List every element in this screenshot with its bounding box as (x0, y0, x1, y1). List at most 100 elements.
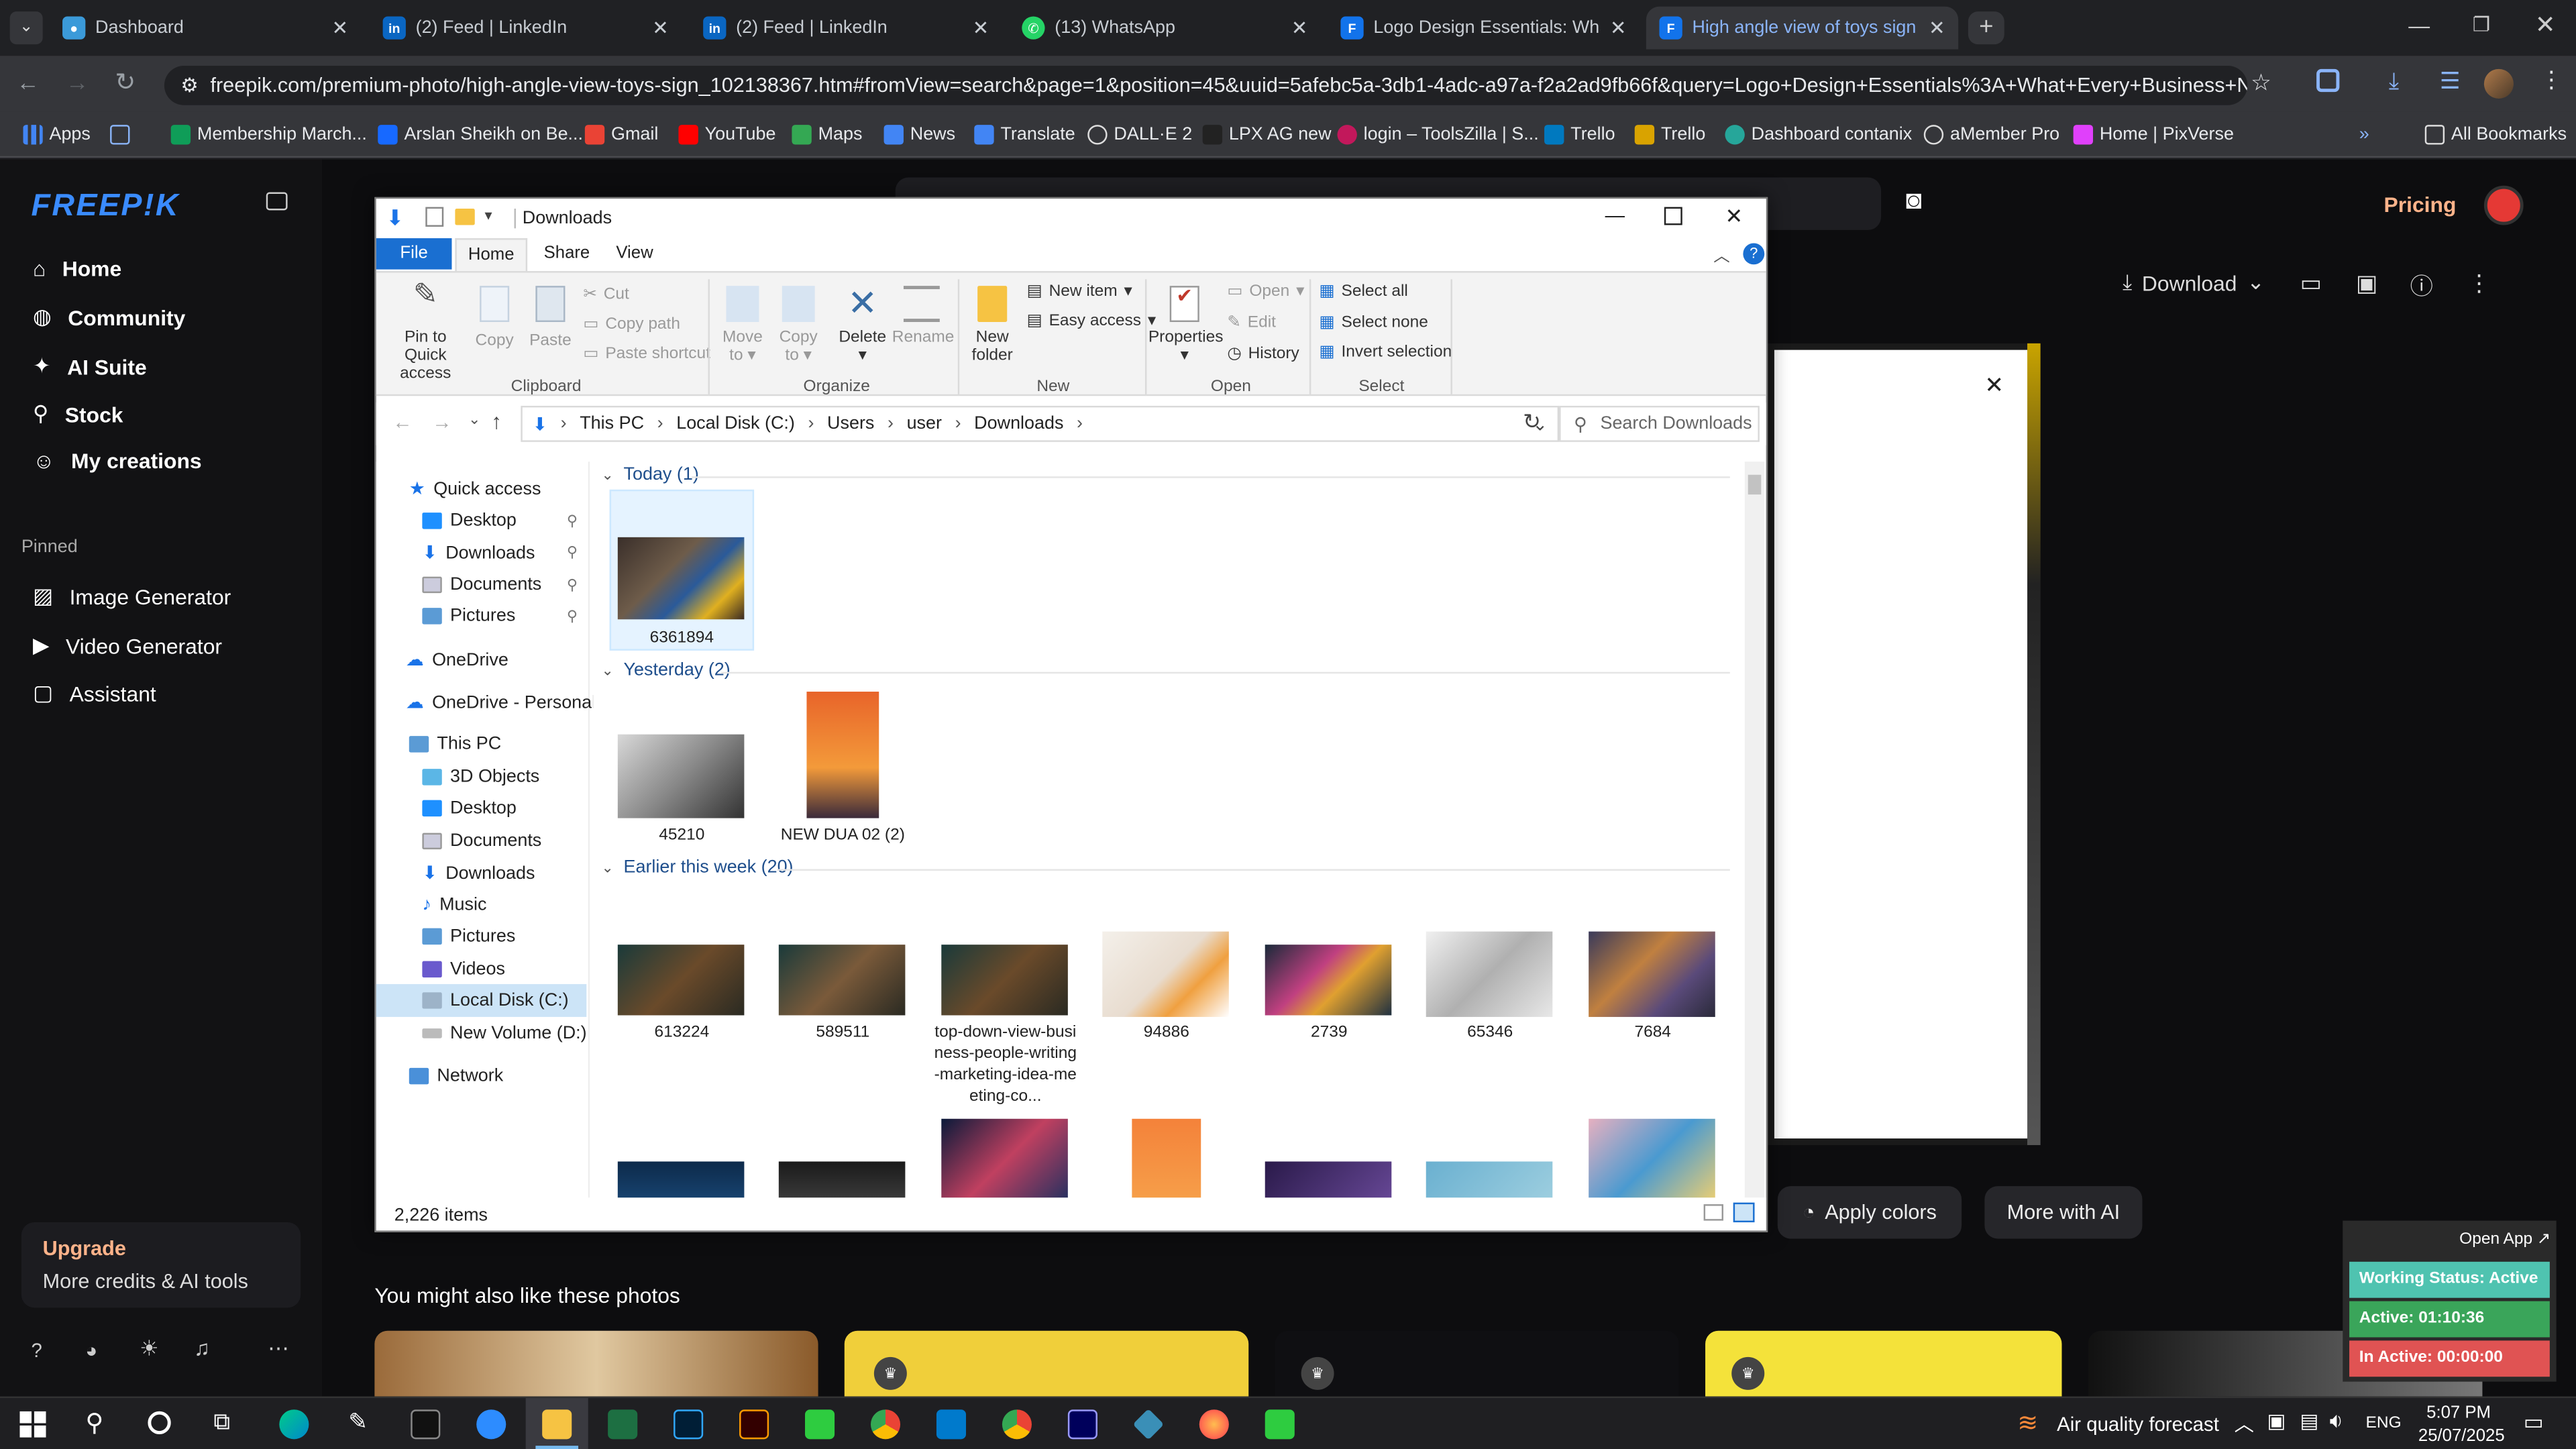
cortana-icon[interactable] (148, 1411, 171, 1434)
browser-tab-6[interactable]: F High angle view of toys sign | P ✕ (1646, 6, 1959, 50)
search-input[interactable]: ⚲ Search Downloads (1559, 405, 1760, 442)
invert-selection-button[interactable]: ▦ Invert selection (1320, 343, 1452, 362)
large-icons-view-icon[interactable] (1733, 1202, 1755, 1223)
terminal-icon[interactable] (411, 1409, 441, 1440)
related-photo-1[interactable] (374, 1330, 818, 1397)
group-header-today[interactable]: ⌄ Today (1) (601, 465, 698, 484)
file-thumbnail[interactable] (806, 692, 879, 818)
qa-dropdown-icon[interactable]: ▾ (484, 207, 492, 225)
close-window-icon[interactable]: ✕ (2535, 10, 2556, 40)
user-avatar[interactable] (2483, 185, 2524, 225)
extension-icon[interactable] (2316, 68, 2340, 93)
breadcrumb-user[interactable]: user (907, 414, 942, 433)
file-thumbnail[interactable] (778, 945, 906, 1016)
tab-home[interactable]: Home (455, 238, 528, 272)
file-thumbnail[interactable] (1589, 931, 1715, 1017)
restore-icon[interactable]: ❐ (2473, 13, 2490, 36)
edge-icon[interactable] (279, 1409, 309, 1440)
copy-path-button[interactable]: ▭ Copy path (583, 315, 680, 333)
maximize-icon[interactable] (1664, 207, 1682, 225)
tree-network[interactable]: Network (409, 1066, 503, 1086)
more-with-ai-button[interactable]: More with AI (1984, 1186, 2143, 1239)
profile-avatar[interactable] (2483, 68, 2514, 99)
excel-icon[interactable] (608, 1409, 638, 1440)
edit-button[interactable]: ✎ Edit (1227, 314, 1276, 332)
preview-image[interactable] (1768, 343, 2041, 1145)
tree-onedrive-personal[interactable]: ☁ OneDrive - Personal (406, 692, 596, 713)
tab-view[interactable]: View (616, 243, 653, 262)
more-bookmarks-icon[interactable]: » (2359, 121, 2369, 148)
tree-onedrive[interactable]: ☁ OneDrive (406, 649, 508, 671)
bookmark-gmail[interactable]: Gmail (584, 121, 658, 148)
theme-icon[interactable]: ☀ (140, 1336, 159, 1362)
close-icon[interactable]: ✕ (652, 16, 669, 39)
close-icon[interactable]: ✕ (1291, 16, 1308, 39)
apply-colors-button[interactable]: ◔ Apply colors (1777, 1186, 1962, 1239)
collapse-ribbon-icon[interactable]: ︿ (1713, 241, 1729, 266)
scrollbar[interactable] (1744, 462, 1765, 1198)
tree-quick-desktop[interactable]: Desktop (422, 511, 517, 531)
history-button[interactable]: ◷ History (1227, 345, 1299, 363)
copy-button[interactable]: Copy (472, 286, 518, 350)
windows-start-icon[interactable] (19, 1411, 46, 1438)
select-none-button[interactable]: ▦ Select none (1320, 314, 1428, 332)
zoom-icon[interactable] (476, 1409, 506, 1440)
forward-icon[interactable]: → (432, 411, 451, 433)
file-thumbnail[interactable] (1102, 931, 1229, 1017)
language-indicator[interactable]: ENG (2366, 1415, 2402, 1433)
bookmark-amember[interactable]: aMember Pro (1923, 121, 2059, 148)
tree-videos[interactable]: Videos (422, 959, 505, 979)
bookmark-pixverse[interactable]: Home | PixVerse (2073, 121, 2234, 148)
more-icon[interactable]: ⋯ (268, 1336, 289, 1362)
file-explorer-icon[interactable] (542, 1409, 572, 1440)
file-thumbnail[interactable] (617, 734, 745, 818)
bookmark-grid[interactable] (110, 121, 130, 148)
minimize-icon[interactable]: — (1605, 204, 1625, 227)
scrollbar-thumb[interactable] (1748, 474, 1762, 495)
new-folder-button[interactable]: New folder (967, 286, 1016, 365)
volume-icon[interactable]: 🔉︎ (2330, 1408, 2343, 1434)
file-thumbnail[interactable] (1265, 1161, 1392, 1198)
tree-quick-pictures[interactable]: Pictures (422, 606, 515, 626)
file-thumbnail[interactable] (1589, 1118, 1715, 1198)
paste-shortcut-button[interactable]: ▭ Paste shortcut (583, 345, 710, 363)
open-app-link[interactable]: Open App ↗ (2459, 1230, 2551, 1248)
group-header-yesterday[interactable]: ⌄ Yesterday (2) (601, 660, 730, 680)
back-icon[interactable]: ← (392, 411, 412, 433)
sidebar-item-my-creations[interactable]: ☺ My creations (33, 449, 202, 474)
premiere-icon[interactable] (1067, 1409, 1097, 1440)
bookmark-translate[interactable]: Translate (974, 121, 1075, 148)
bookmark-youtube[interactable]: YouTube (678, 121, 776, 148)
tab-share[interactable]: Share (544, 243, 590, 262)
edit-icon[interactable]: ▣ (2356, 270, 2377, 298)
tree-new-volume[interactable]: New Volume (D:) (422, 1024, 587, 1043)
move-to-button[interactable]: Move to ▾ (714, 286, 770, 365)
open-button[interactable]: ▭ Open ▾ (1227, 282, 1304, 301)
up-icon[interactable]: ↑ (491, 409, 502, 434)
tree-desktop[interactable]: Desktop (422, 798, 517, 818)
reload-icon[interactable]: ↻ (115, 67, 136, 97)
star-icon[interactable]: ☆ (2251, 69, 2271, 97)
clock-date[interactable]: 25/07/2025 (2418, 1426, 2505, 1446)
back-icon[interactable]: ← (16, 69, 39, 95)
browser-tab-5[interactable]: FLogo Design Essentials: What E✕ (1328, 7, 1640, 50)
properties-qa-icon[interactable] (425, 207, 444, 227)
close-icon[interactable]: ✕ (1929, 16, 1945, 39)
file-thumbnail[interactable] (941, 1118, 1068, 1198)
chrome-icon[interactable] (1002, 1409, 1032, 1440)
new-tab-button[interactable]: + (1968, 11, 2004, 45)
search-icon[interactable]: ⚲ (85, 1408, 103, 1438)
sidebar-toggle-icon[interactable] (266, 192, 288, 211)
browser-tab-2[interactable]: in (2) Feed | LinkedIn ✕ (370, 7, 682, 50)
bookmark-toolszilla[interactable]: login – ToolsZilla | S... (1337, 121, 1539, 148)
breadcrumb-this-pc[interactable]: This PC (580, 414, 644, 433)
collection-icon[interactable]: ▭ (2300, 270, 2322, 298)
delete-button[interactable]: ✕ Delete ▾ (837, 285, 889, 365)
pen-icon[interactable]: ✎ (348, 1408, 368, 1436)
weather-icon[interactable]: ≋ (2017, 1408, 2038, 1438)
tree-this-pc[interactable]: This PC (409, 735, 501, 754)
tree-3d-objects[interactable]: 3D Objects (422, 767, 539, 787)
file-thumbnail[interactable] (941, 945, 1068, 1016)
app-green-icon[interactable] (1265, 1409, 1295, 1440)
camera-icon[interactable]: ◙ (1906, 187, 1922, 217)
